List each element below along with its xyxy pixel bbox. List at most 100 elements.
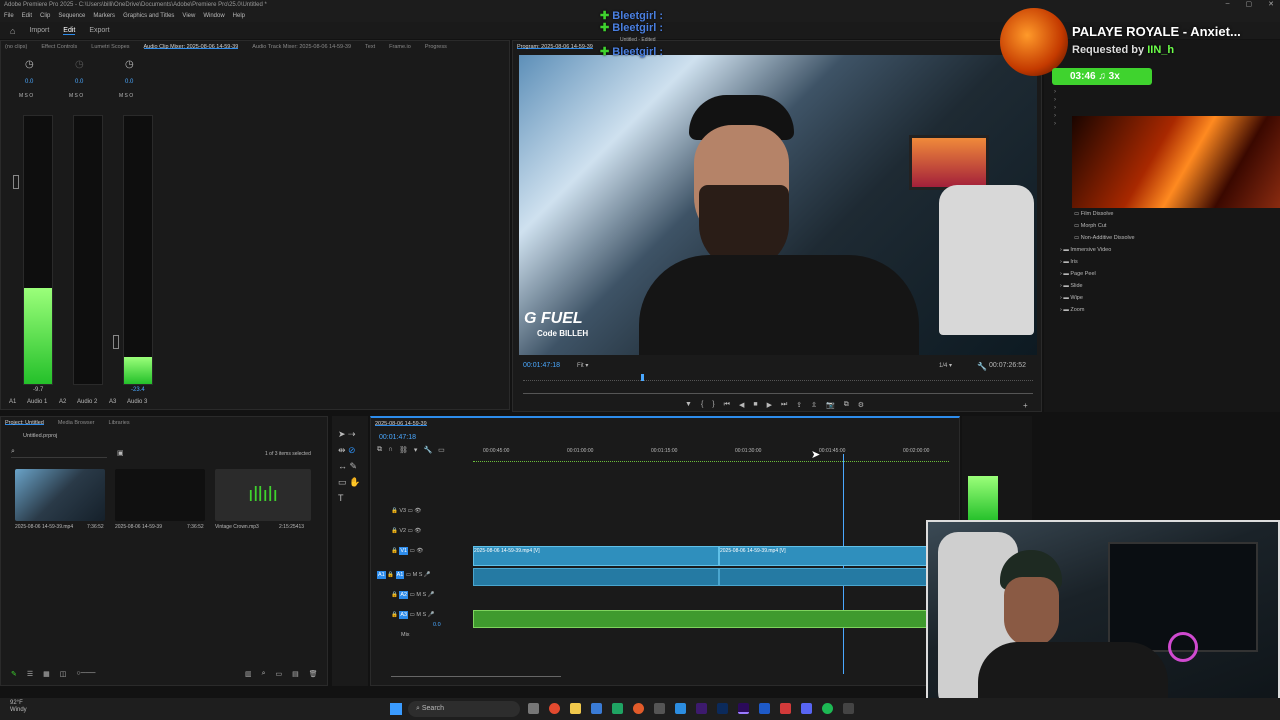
mark-in-icon[interactable]: { xyxy=(701,401,703,409)
go-to-out-icon[interactable]: ⏭ xyxy=(781,401,787,409)
task-view-icon[interactable] xyxy=(528,703,539,714)
export-tab[interactable]: Export xyxy=(89,27,109,34)
stop-icon[interactable]: ■ xyxy=(753,401,757,409)
discord-icon[interactable] xyxy=(801,703,812,714)
channel-3-fader[interactable] xyxy=(113,335,119,349)
timeline-timecode[interactable]: 00:01:47:18 xyxy=(379,434,416,441)
after-effects-icon[interactable] xyxy=(696,703,707,714)
close-icon[interactable]: ✕ xyxy=(1268,0,1274,11)
channel-1-msr[interactable]: M S O xyxy=(19,93,33,99)
import-tab[interactable]: Import xyxy=(29,27,49,34)
video-clip-1[interactable]: 2025-08-06 14-59-39.mp4 [V] xyxy=(473,546,719,566)
audio-clip-a1-1[interactable] xyxy=(473,568,719,586)
time-ruler[interactable]: 00:00:45:00 00:01:00:00 00:01:15:00 00:0… xyxy=(473,446,949,462)
go-to-in-icon[interactable]: ⏮ xyxy=(724,401,730,409)
folder-iris[interactable]: › ▬ Iris xyxy=(1060,256,1111,268)
new-bin-bottom-icon[interactable]: ▭ xyxy=(276,670,283,678)
project-item-thumb-2[interactable] xyxy=(115,469,205,521)
app-icon[interactable] xyxy=(654,703,665,714)
edit-tab[interactable]: Edit xyxy=(63,27,76,35)
app-icon[interactable] xyxy=(759,703,770,714)
zoom-bar[interactable] xyxy=(523,393,1033,394)
step-forward-icon[interactable]: ▶ xyxy=(767,401,772,409)
minimize-icon[interactable]: – xyxy=(1226,0,1230,11)
type-tool-icon[interactable]: T xyxy=(338,490,364,506)
taskbar-search[interactable]: ⌕ Search xyxy=(408,701,520,717)
link-icon[interactable]: ⛓ xyxy=(399,446,408,454)
menu-file[interactable]: File xyxy=(4,11,14,22)
premiere-icon[interactable] xyxy=(738,703,749,714)
excel-icon[interactable] xyxy=(612,703,623,714)
tab-frameio[interactable]: Frame.io xyxy=(389,44,411,50)
folder-slide[interactable]: › ▬ Slide xyxy=(1060,280,1111,292)
tab-progress[interactable]: Progress xyxy=(425,44,447,50)
track-v2[interactable]: 🔒 V2 ▭ 👁 xyxy=(391,528,421,534)
tab-media-browser[interactable]: Media Browser xyxy=(58,420,95,426)
folder-page-peel[interactable]: › ▬ Page Peel xyxy=(1060,268,1111,280)
home-icon[interactable]: ⌂ xyxy=(10,26,15,36)
add-button-icon[interactable]: + xyxy=(1023,401,1028,410)
channel-2-msr[interactable]: M S O xyxy=(69,93,83,99)
tab-program[interactable]: Program: 2025-08-06 14-59-39 xyxy=(517,44,593,50)
project-search-input[interactable]: ⌕ xyxy=(11,448,107,458)
menu-graphics[interactable]: Graphics and Titles xyxy=(123,11,174,22)
menu-window[interactable]: Window xyxy=(203,11,224,22)
windows-start-icon[interactable] xyxy=(390,703,402,715)
tab-sequence[interactable]: 2025-08-06 14-59-39 xyxy=(375,421,427,427)
tab-no-clips[interactable]: (no clips) xyxy=(5,44,27,50)
find-icon[interactable]: ⌕ xyxy=(262,670,266,678)
slip-tool-icon[interactable]: ↔ ✎ xyxy=(338,458,364,474)
settings-icon[interactable]: ⚙ xyxy=(858,401,864,409)
tab-project[interactable]: Project: Untitled xyxy=(5,420,44,426)
icon-view-icon[interactable]: ▦ xyxy=(43,670,50,678)
timeline-scrollbar[interactable] xyxy=(391,676,561,677)
audio-clip-a1-2[interactable] xyxy=(719,568,929,586)
audio-clip-a3-music[interactable] xyxy=(473,610,929,628)
menu-view[interactable]: View xyxy=(182,11,195,22)
effect-non-additive-dissolve[interactable]: ▭ Non-Additive Dissolve xyxy=(1074,232,1135,244)
rect-tool-icon[interactable]: ▭ ✋ xyxy=(338,474,364,490)
captions-icon[interactable]: ▭ xyxy=(438,446,445,454)
folder-zoom[interactable]: › ▬ Zoom xyxy=(1060,304,1111,316)
pan-knob-icon[interactable]: ◷ xyxy=(25,59,34,70)
weather-widget[interactable]: 92°F Windy xyxy=(10,700,27,714)
snap-icon[interactable]: ∩ xyxy=(388,446,393,454)
folder-immersive-video[interactable]: › ▬ Immersive Video xyxy=(1060,244,1111,256)
firefox-icon[interactable] xyxy=(633,703,644,714)
tab-libraries[interactable]: Libraries xyxy=(109,420,130,426)
tab-lumetri-scopes[interactable]: Lumetri Scopes xyxy=(91,44,129,50)
project-item-thumb-1[interactable] xyxy=(15,469,105,521)
channel-1-fader[interactable] xyxy=(13,175,19,189)
menu-markers[interactable]: Markers xyxy=(93,11,115,22)
app-icon[interactable] xyxy=(591,703,602,714)
app-icon[interactable] xyxy=(675,703,686,714)
track-a3[interactable]: 🔒 A3 ▭ M S 🎤 xyxy=(391,611,435,619)
lift-icon[interactable]: ⇪ xyxy=(796,401,802,409)
folder-wipe[interactable]: › ▬ Wipe xyxy=(1060,292,1111,304)
program-playhead[interactable] xyxy=(641,374,644,381)
pan-knob-icon[interactable]: ◷ xyxy=(125,59,134,70)
tab-text[interactable]: Text xyxy=(365,44,375,50)
tab-effect-controls[interactable]: Effect Controls xyxy=(41,44,77,50)
mix-value[interactable]: 0.0 xyxy=(433,622,441,628)
nest-icon[interactable]: ⧉ xyxy=(377,446,382,454)
spotify-icon[interactable] xyxy=(822,703,833,714)
menu-edit[interactable]: Edit xyxy=(22,11,32,22)
tab-audio-track-mixer[interactable]: Audio Track Mixer: 2025-08-06 14-59-39 xyxy=(252,44,351,50)
selection-tool-icon[interactable]: ➤ ⇢ xyxy=(338,426,364,442)
extract-icon[interactable]: ⇫ xyxy=(811,401,817,409)
quality-dropdown[interactable]: 1/4 ▾ xyxy=(939,362,952,369)
zoom-slider-icon[interactable]: ○─── xyxy=(76,670,95,678)
list-view-icon[interactable]: ☰ xyxy=(27,670,33,678)
automate-icon[interactable]: ▥ xyxy=(245,670,252,678)
step-back-icon[interactable]: ◀ xyxy=(739,401,744,409)
track-mix[interactable]: Mix xyxy=(401,632,410,638)
wrench-icon[interactable]: 🔧 xyxy=(423,446,432,454)
compare-icon[interactable]: ⧉ xyxy=(844,401,849,409)
add-marker-icon[interactable]: ▾ xyxy=(414,446,418,454)
menu-clip[interactable]: Clip xyxy=(40,11,50,22)
pan-knob-icon[interactable]: ◷ xyxy=(75,59,84,70)
chrome-icon[interactable] xyxy=(549,703,560,714)
program-scrub-bar[interactable] xyxy=(523,377,1033,381)
effect-morph-cut[interactable]: ▭ Morph Cut xyxy=(1074,220,1135,232)
